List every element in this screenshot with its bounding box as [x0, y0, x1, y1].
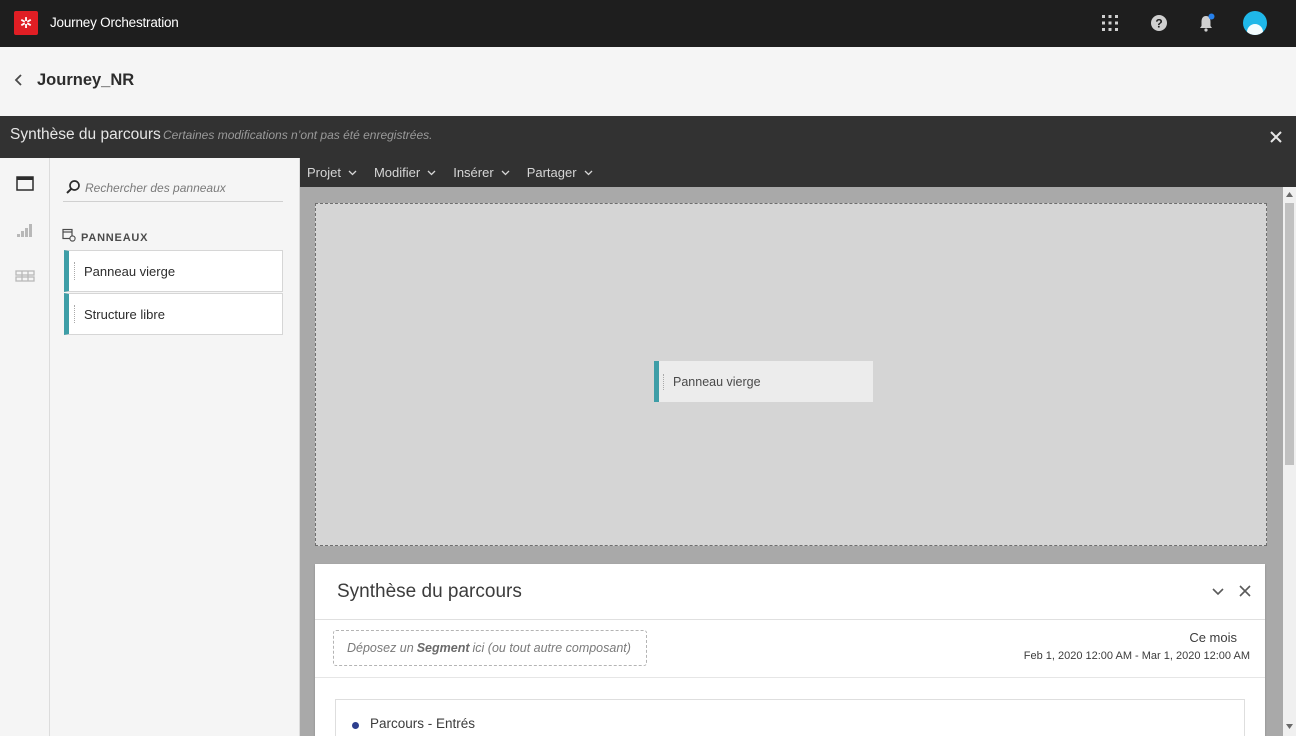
close-panel-icon[interactable]	[1238, 584, 1252, 598]
menu-label: Partager	[526, 165, 577, 180]
chevron-down-icon	[501, 170, 510, 176]
dragged-panel-label: Panneau vierge	[673, 374, 761, 389]
metric-dot	[352, 722, 359, 729]
panel-drop-zone[interactable]: Panneau vierge	[315, 203, 1267, 546]
panel-item-freeform[interactable]: Structure libre	[64, 293, 283, 335]
drag-handle-icon[interactable]	[74, 262, 76, 280]
segment-drop-prefix: Déposez un	[347, 641, 414, 655]
scroll-thumb[interactable]	[1285, 203, 1294, 465]
summary-panel-title: Synthèse du parcours	[337, 581, 522, 602]
scroll-down-icon[interactable]	[1286, 723, 1293, 730]
collapse-chevron-icon[interactable]	[1211, 584, 1225, 598]
divider	[315, 619, 1265, 620]
adobe-experience-icon[interactable]: ✲	[14, 11, 38, 35]
menu-modifier[interactable]: Modifier	[374, 165, 436, 180]
canvas-scrollbar[interactable]	[1283, 187, 1296, 736]
date-period-label[interactable]: Ce mois	[1189, 630, 1237, 645]
metric-box: Parcours - Entrés	[335, 699, 1245, 736]
panel-search	[63, 174, 283, 202]
panels-folder-icon	[62, 228, 76, 247]
search-icon	[65, 179, 81, 195]
notifications-bell-icon[interactable]	[1195, 12, 1217, 34]
panels-section-header[interactable]: PANNEAUX	[62, 228, 148, 247]
drag-handle-icon	[663, 373, 665, 390]
menu-label: Modifier	[373, 165, 421, 180]
visualizations-icon[interactable]	[15, 220, 35, 240]
date-range-label[interactable]: Feb 1, 2020 12:00 AM - Mar 1, 2020 12:00…	[1024, 650, 1250, 662]
left-rail	[0, 158, 50, 736]
menu-inserer[interactable]: Insérer	[453, 165, 510, 180]
panel-item-label: Structure libre	[84, 306, 165, 322]
back-arrow-icon[interactable]	[12, 73, 26, 87]
svg-text:?: ?	[1155, 17, 1162, 31]
help-icon[interactable]: ?	[1148, 12, 1170, 34]
menu-bar: Projet Modifier Insérer Partager	[300, 158, 1296, 187]
divider	[315, 677, 1265, 678]
user-avatar[interactable]	[1243, 11, 1267, 35]
components-icon[interactable]	[15, 268, 35, 288]
summary-panel: Synthèse du parcours Déposez un Segment …	[315, 564, 1265, 736]
journey-name: Journey_NR	[37, 71, 135, 89]
panel-library: PANNEAUX Panneau vierge Structure libre	[50, 158, 300, 736]
panels-icon[interactable]	[15, 174, 35, 194]
segment-drop-suffix: ici (ou tout autre composant)	[472, 641, 631, 655]
chevron-down-icon	[348, 170, 357, 176]
menu-partager[interactable]: Partager	[527, 165, 593, 180]
menu-label: Insérer	[453, 165, 494, 180]
segment-drop-zone[interactable]: Déposez un Segment ici (ou tout autre co…	[333, 630, 647, 666]
panel-item-label: Panneau vierge	[84, 263, 176, 279]
search-input[interactable]	[85, 178, 275, 198]
apps-grid-icon[interactable]	[1099, 12, 1121, 34]
dragged-panel-card[interactable]: Panneau vierge	[654, 361, 873, 402]
close-icon[interactable]	[1268, 129, 1284, 145]
segment-drop-bold: Segment	[416, 641, 470, 655]
metric-label: Parcours - Entrés	[370, 716, 476, 731]
journey-header: Journey_NR	[0, 47, 1296, 116]
drag-handle-icon[interactable]	[74, 305, 76, 323]
chevron-down-icon	[427, 170, 436, 176]
unsaved-changes-note: Certaines modifications n’ont pas été en…	[163, 128, 433, 142]
top-bar: ✲ Journey Orchestration ?	[0, 0, 1296, 47]
workspace-canvas: Panneau vierge Synthèse du parcours Dépo…	[300, 187, 1283, 736]
workspace-title-bar: Synthèse du parcours Certaines modificat…	[0, 116, 1296, 158]
menu-label: Projet	[307, 165, 341, 180]
menu-projet[interactable]: Projet	[307, 165, 357, 180]
chevron-down-icon	[584, 170, 593, 176]
workspace-title: Synthèse du parcours	[10, 126, 161, 143]
section-label: PANNEAUX	[81, 231, 149, 244]
panel-item-blank[interactable]: Panneau vierge	[64, 250, 283, 292]
app-title[interactable]: Journey Orchestration	[50, 15, 179, 30]
scroll-up-icon[interactable]	[1286, 191, 1293, 198]
